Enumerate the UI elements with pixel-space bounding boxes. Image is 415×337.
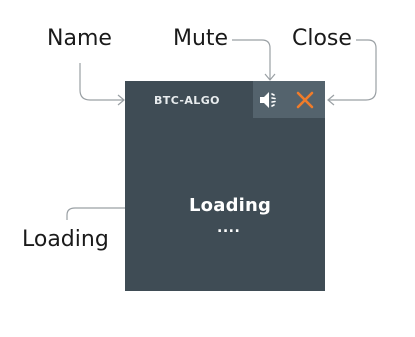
- loading-dots: ....: [217, 220, 241, 236]
- close-button[interactable]: [295, 90, 315, 110]
- widget-header: BTC-ALGO: [125, 81, 325, 118]
- trading-widget: BTC-ALGO Loading ....: [125, 81, 325, 291]
- name-connector: [79, 63, 124, 101]
- name-connector-arrowhead: [117, 94, 125, 106]
- widget-name: BTC-ALGO: [154, 94, 220, 107]
- callout-close: Close: [292, 26, 352, 51]
- mute-button[interactable]: [258, 90, 280, 110]
- mute-connector: [232, 39, 271, 80]
- speaker-mute-icon: [260, 92, 276, 108]
- callout-mute: Mute: [173, 26, 229, 51]
- callout-loading: Loading: [22, 227, 109, 252]
- close-connector-arrowhead: [327, 94, 335, 106]
- close-x-icon: [296, 91, 314, 109]
- callout-name: Name: [47, 26, 112, 51]
- mute-connector-arrowhead: [264, 73, 276, 81]
- loading-text: Loading: [189, 195, 272, 216]
